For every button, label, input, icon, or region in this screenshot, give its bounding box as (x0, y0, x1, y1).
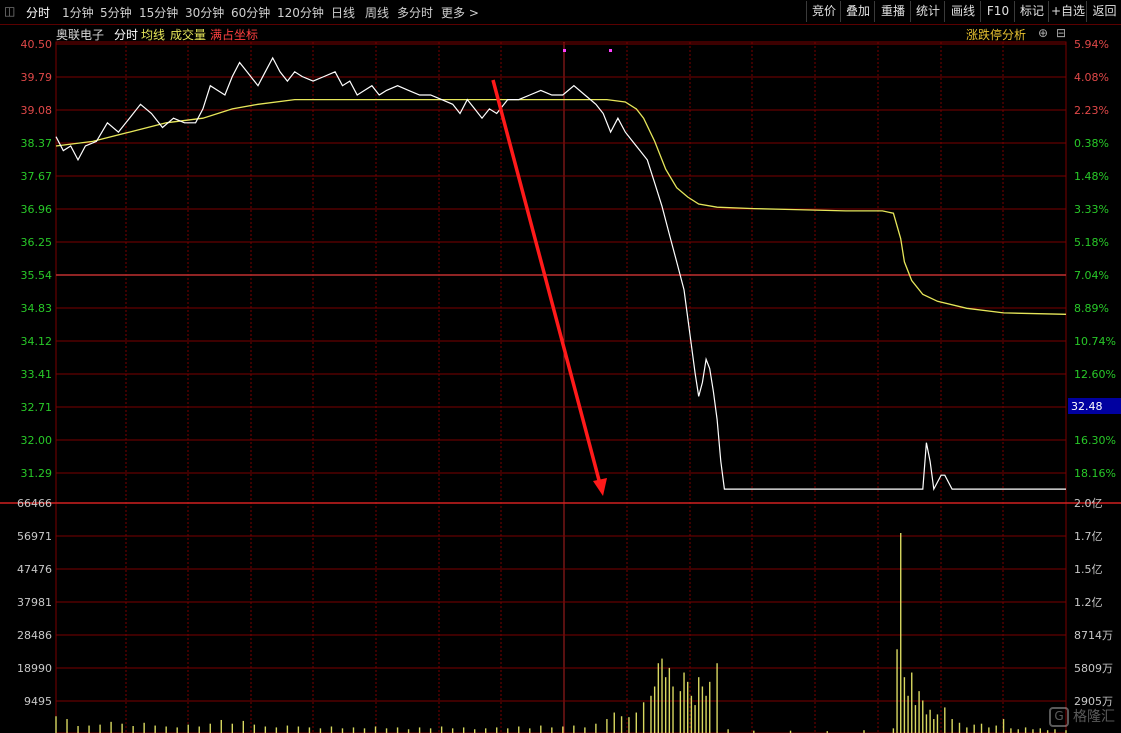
price-line (55, 56, 1066, 492)
price-tick-label-9: 34.12 (21, 335, 53, 348)
auction-button[interactable]: 竞价 (806, 1, 841, 22)
tab-60min[interactable]: 60分钟 (231, 4, 270, 21)
volume-tick-label-5: 18990 (17, 662, 52, 675)
tab-more[interactable]: 更多 > (441, 4, 479, 21)
pct-tick-label-13: 18.16% (1074, 467, 1116, 480)
price-tick-label-2: 39.08 (21, 104, 53, 117)
pct-tick-label-4: 1.48% (1074, 170, 1109, 183)
add-watchlist-button[interactable]: +自选 (1048, 1, 1087, 22)
chart-frame (55, 41, 1067, 733)
volume-amount-label-5: 5809万 (1074, 662, 1113, 675)
volume-amount-label-0: 2.0亿 (1074, 497, 1103, 510)
menu-icon[interactable]: ◫ (4, 4, 15, 18)
pct-tick-label-1: 4.08% (1074, 71, 1109, 84)
chart-title-bar: 奥联电子 分时 均线 成交量 满占坐标 涨跌停分析 ⊕ ⊟ (0, 24, 1121, 42)
volume-amount-label-4: 8714万 (1074, 629, 1113, 642)
volume-tick-label-6: 9495 (24, 695, 52, 708)
statistics-button[interactable]: 统计 (910, 1, 945, 22)
tab-15min[interactable]: 15分钟 (139, 4, 178, 21)
volume-amount-label-2: 1.5亿 (1074, 563, 1103, 576)
volume-tick-label-3: 37981 (17, 596, 52, 609)
price-tick-label-3: 38.37 (21, 137, 53, 150)
volume-amount-label-1: 1.7亿 (1074, 530, 1103, 543)
settings-icon[interactable]: ⊕ (1038, 26, 1048, 40)
price-tick-label-7: 35.54 (21, 269, 53, 282)
tab-30min[interactable]: 30分钟 (185, 4, 224, 21)
toolbar: ◫ 分时 1分钟 5分钟 15分钟 30分钟 60分钟 120分钟 日线 周线 … (0, 0, 1121, 25)
stock-name: 奥联电子 (56, 28, 105, 42)
tab-5min[interactable]: 5分钟 (100, 4, 132, 21)
annotation-arrow-head (593, 478, 607, 496)
price-tick-label-12: 32.00 (21, 434, 53, 447)
mode-label: 分时 (114, 28, 139, 42)
event-marker-2 (609, 49, 612, 52)
limit-analysis-link[interactable]: 涨跌停分析 (966, 26, 1026, 43)
price-tick-label-4: 37.67 (21, 170, 53, 183)
price-tick-label-5: 36.96 (21, 203, 53, 216)
f10-button[interactable]: F10 (980, 1, 1015, 22)
gelonghui-logo-icon: G (1049, 707, 1069, 727)
pct-tick-label-10: 12.60% (1074, 368, 1116, 381)
tab-daily[interactable]: 日线 (331, 4, 355, 21)
volume-tick-label-0: 66466 (17, 497, 52, 510)
overlay-button[interactable]: 叠加 (840, 1, 875, 22)
tab-1min[interactable]: 1分钟 (62, 4, 94, 21)
tab-fenshi[interactable]: 分时 (26, 4, 50, 21)
pct-tick-label-7: 7.04% (1074, 269, 1109, 282)
pct-tick-label-5: 3.33% (1074, 203, 1109, 216)
price-tick-label-8: 34.83 (21, 302, 53, 315)
tab-multi-fenshi[interactable]: 多分时 (397, 4, 433, 21)
event-marker-1 (563, 49, 566, 52)
intraday-chart[interactable]: 40.50 5.94%39.79 4.08%39.08 2.23%38.37 0.38%… (0, 0, 1121, 733)
pct-tick-label-12: 16.30% (1074, 434, 1116, 447)
price-tick-label-11: 32.71 (21, 401, 53, 414)
minimize-icon[interactable]: ⊟ (1056, 26, 1066, 40)
mark-button[interactable]: 标记 (1014, 1, 1049, 22)
replay-button[interactable]: 重播 (874, 1, 911, 22)
pct-tick-label-3: 0.38% (1074, 137, 1109, 150)
watermark: G 格隆汇 (1049, 706, 1115, 727)
annotation-arrow-shaft (491, 79, 602, 485)
volume-amount-label-3: 1.2亿 (1074, 596, 1103, 609)
full-scale-label[interactable]: 满占坐标 (210, 26, 258, 43)
volume-tick-label-2: 47476 (17, 563, 52, 576)
current-price-label: 32.48 (1071, 400, 1103, 413)
tab-120min[interactable]: 120分钟 (277, 4, 324, 21)
avg-line-label: 均线 (141, 28, 166, 42)
avg-price-line (55, 98, 1067, 315)
price-tick-label-1: 39.79 (21, 71, 53, 84)
pct-tick-label-8: 8.89% (1074, 302, 1109, 315)
pct-tick-label-2: 2.23% (1074, 104, 1109, 117)
volume-label: 成交量 (170, 28, 207, 42)
pct-tick-label-6: 5.18% (1074, 236, 1109, 249)
watermark-text: 格隆汇 (1073, 709, 1115, 725)
pct-tick-label-9: 10.74% (1074, 335, 1116, 348)
price-tick-label-13: 31.29 (21, 467, 53, 480)
price-tick-label-6: 36.25 (21, 236, 53, 249)
back-button[interactable]: 返回 (1086, 1, 1121, 22)
tab-weekly[interactable]: 周线 (365, 4, 389, 21)
draw-line-button[interactable]: 画线 (944, 1, 981, 22)
volume-tick-label-1: 56971 (17, 530, 52, 543)
volume-tick-label-4: 28486 (17, 629, 52, 642)
price-tick-label-10: 33.41 (21, 368, 53, 381)
